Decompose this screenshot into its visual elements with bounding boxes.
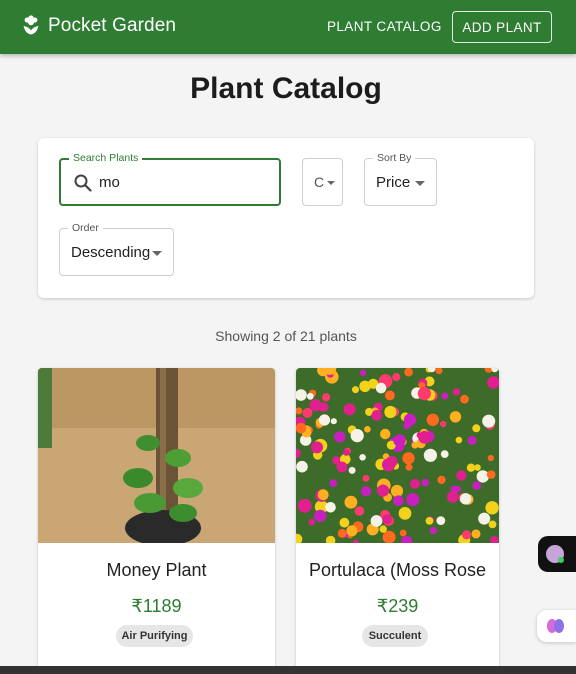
plant-tag: Air Purifying (116, 625, 193, 647)
sort-value: Price (376, 174, 411, 191)
plant-name: Money Plant (106, 560, 207, 580)
assistant-avatar-icon[interactable] (538, 536, 576, 572)
brand[interactable]: Pocket Garden (22, 15, 176, 37)
chevron-down-icon (327, 181, 335, 185)
add-plant-button[interactable]: ADD PLANT (452, 11, 552, 43)
page-title: Plant Catalog (190, 72, 382, 105)
portulaca-flowers-photo (296, 368, 499, 543)
chevron-down-icon (152, 251, 162, 256)
money-plant-photo (38, 368, 275, 543)
plant-tag: Succulent (362, 625, 428, 647)
plant-price: ₹239 (376, 596, 419, 616)
results-summary: Showing 2 of 21 plants (215, 328, 357, 344)
search-input[interactable]: Search Plants mo (59, 151, 281, 206)
search-label: Search Plants (69, 151, 143, 165)
plant-name: Portulaca (Moss Rose (308, 560, 487, 580)
brain-graphic (547, 619, 564, 633)
filter-panel: Search Plants mo C Sort By Price Order D… (38, 138, 534, 298)
search-icon (74, 174, 92, 192)
plant-price: ₹1189 (131, 596, 182, 616)
search-value: mo (99, 174, 120, 191)
sort-select[interactable]: Sort By Price (364, 151, 437, 206)
app-bar: Pocket Garden PLANT CATALOG ADD PLANT (0, 0, 576, 54)
sort-label: Sort By (373, 151, 416, 165)
flower-icon (23, 15, 39, 35)
nav-plant-catalog[interactable]: PLANT CATALOG (327, 19, 442, 34)
order-label: Order (68, 221, 103, 235)
brand-name: Pocket Garden (48, 15, 177, 36)
chevron-down-icon (415, 181, 425, 186)
assistant-avatar-graphic (546, 545, 564, 563)
bottom-edge (0, 666, 576, 674)
category-select[interactable]: C (302, 158, 343, 206)
order-value: Descending (71, 244, 151, 261)
brain-icon[interactable] (537, 610, 576, 642)
plant-card[interactable]: Portulaca (Moss Rose ₹239 Succulent (296, 368, 499, 674)
category-value: C (314, 174, 325, 190)
plant-card[interactable]: Money Plant ₹1189 Air Purifying (38, 368, 275, 674)
order-select[interactable]: Order Descending (59, 221, 174, 276)
